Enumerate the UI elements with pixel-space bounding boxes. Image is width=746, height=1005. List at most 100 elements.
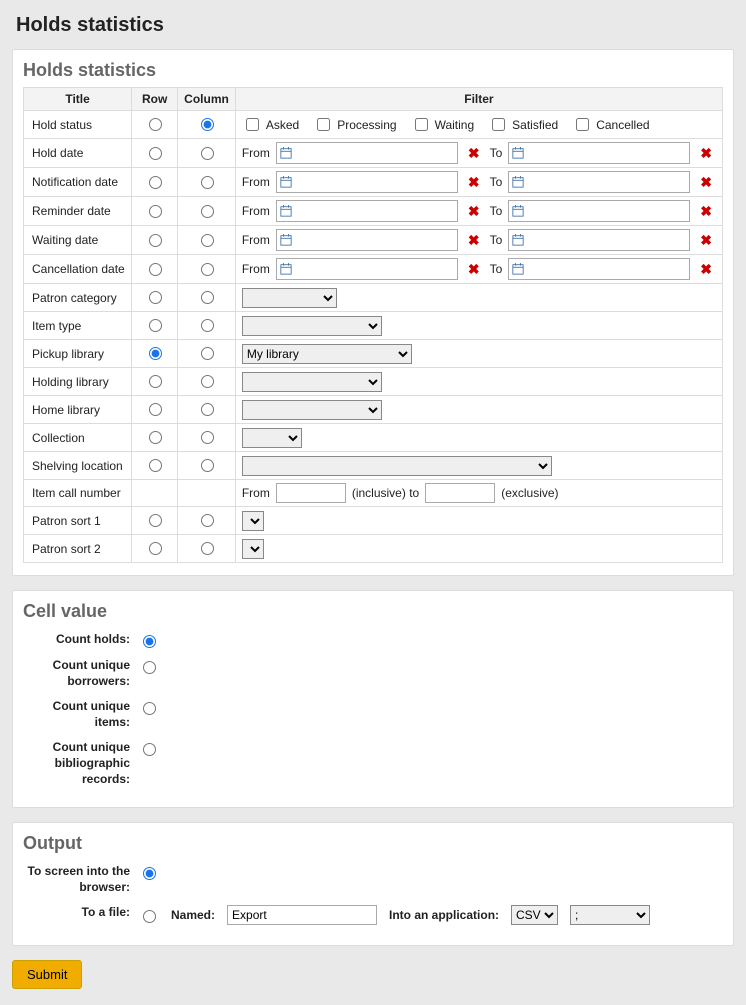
calendar-icon[interactable] — [277, 143, 295, 163]
input-from-date4[interactable] — [295, 259, 457, 279]
row-radio-patron-category[interactable] — [149, 291, 162, 304]
input-to-date4[interactable] — [527, 259, 689, 279]
col-radio-date3[interactable] — [201, 234, 214, 247]
input-from-date3[interactable] — [295, 230, 457, 250]
input-to-date1[interactable] — [527, 172, 689, 192]
clear-from-date1[interactable]: ✖ — [464, 174, 484, 191]
checkbox-cancelled[interactable] — [576, 118, 589, 131]
col-radio-hold-status[interactable] — [201, 118, 214, 131]
calendar-icon[interactable] — [277, 259, 295, 279]
checkbox-processing[interactable] — [317, 118, 330, 131]
clear-from-date0[interactable]: ✖ — [464, 145, 484, 162]
calendar-icon[interactable] — [509, 259, 527, 279]
col-radio-home-library[interactable] — [201, 403, 214, 416]
row-radio-hold-status[interactable] — [149, 118, 162, 131]
row-radio-holding-library[interactable] — [149, 375, 162, 388]
radio-output-file[interactable] — [143, 910, 156, 923]
label-from-date4: From — [242, 262, 270, 276]
radio-unique-biblios[interactable] — [143, 743, 156, 756]
select-collection[interactable] — [242, 428, 302, 448]
calendar-icon[interactable] — [277, 201, 295, 221]
clear-to-date4[interactable]: ✖ — [696, 261, 716, 278]
col-radio-pickup-library[interactable] — [201, 347, 214, 360]
checkbox-label-waiting[interactable]: Waiting — [411, 115, 475, 134]
row-label-holding-library: Holding library — [24, 368, 132, 396]
select-separator[interactable]: ; — [570, 905, 650, 925]
th-filter: Filter — [235, 88, 722, 111]
calendar-icon[interactable] — [509, 230, 527, 250]
input-from-date0[interactable] — [295, 143, 457, 163]
row-radio-patron-sort-1[interactable] — [149, 514, 162, 527]
clear-to-date2[interactable]: ✖ — [696, 203, 716, 220]
input-call-to[interactable] — [425, 483, 495, 503]
col-radio-date1[interactable] — [201, 176, 214, 189]
clear-from-date2[interactable]: ✖ — [464, 203, 484, 220]
checkbox-asked[interactable] — [246, 118, 259, 131]
row-radio-date2[interactable] — [149, 205, 162, 218]
th-column: Column — [178, 88, 236, 111]
col-radio-patron-sort-2[interactable] — [201, 542, 214, 555]
radio-output-screen[interactable] — [143, 867, 156, 880]
col-radio-holding-library[interactable] — [201, 375, 214, 388]
select-item-type[interactable] — [242, 316, 382, 336]
clear-from-date3[interactable]: ✖ — [464, 232, 484, 249]
select-patron-sort-2[interactable] — [242, 539, 264, 559]
calendar-icon[interactable] — [277, 172, 295, 192]
row-label-item-type: Item type — [24, 312, 132, 340]
clear-from-date4[interactable]: ✖ — [464, 261, 484, 278]
select-patron-category[interactable] — [242, 288, 337, 308]
row-radio-date4[interactable] — [149, 263, 162, 276]
row-radio-date3[interactable] — [149, 234, 162, 247]
col-radio-date0[interactable] — [201, 147, 214, 160]
checkbox-label-asked[interactable]: Asked — [242, 115, 299, 134]
col-radio-patron-sort-1[interactable] — [201, 514, 214, 527]
label-from-date2: From — [242, 204, 270, 218]
calendar-icon[interactable] — [509, 172, 527, 192]
col-radio-date2[interactable] — [201, 205, 214, 218]
row-radio-date1[interactable] — [149, 176, 162, 189]
checkbox-waiting[interactable] — [415, 118, 428, 131]
radio-count-holds[interactable] — [143, 635, 156, 648]
checkbox-label-satisfied[interactable]: Satisfied — [488, 115, 558, 134]
checkbox-label-processing[interactable]: Processing — [313, 115, 396, 134]
col-radio-shelving-location[interactable] — [201, 459, 214, 472]
calendar-icon[interactable] — [509, 143, 527, 163]
input-to-date0[interactable] — [527, 143, 689, 163]
calendar-icon[interactable] — [509, 201, 527, 221]
select-pickup-library[interactable]: My library — [242, 344, 412, 364]
radio-unique-items[interactable] — [143, 702, 156, 715]
clear-to-date3[interactable]: ✖ — [696, 232, 716, 249]
checkbox-text-processing: Processing — [337, 118, 396, 132]
calendar-icon[interactable] — [277, 230, 295, 250]
submit-button[interactable]: Submit — [12, 960, 82, 989]
input-to-date2[interactable] — [527, 201, 689, 221]
select-holding-library[interactable] — [242, 372, 382, 392]
col-radio-patron-category[interactable] — [201, 291, 214, 304]
col-radio-date4[interactable] — [201, 263, 214, 276]
label-from-date0: From — [242, 146, 270, 160]
row-radio-item-type[interactable] — [149, 319, 162, 332]
radio-unique-borrowers[interactable] — [143, 661, 156, 674]
row-radio-home-library[interactable] — [149, 403, 162, 416]
checkbox-label-cancelled[interactable]: Cancelled — [572, 115, 649, 134]
input-to-date3[interactable] — [527, 230, 689, 250]
col-radio-item-type[interactable] — [201, 319, 214, 332]
row-radio-collection[interactable] — [149, 431, 162, 444]
row-radio-patron-sort-2[interactable] — [149, 542, 162, 555]
label-to-date2: To — [490, 204, 503, 218]
clear-to-date1[interactable]: ✖ — [696, 174, 716, 191]
input-from-date1[interactable] — [295, 172, 457, 192]
select-patron-sort-1[interactable] — [242, 511, 264, 531]
checkbox-satisfied[interactable] — [492, 118, 505, 131]
input-from-date2[interactable] — [295, 201, 457, 221]
select-app[interactable]: CSV — [511, 905, 558, 925]
row-radio-shelving-location[interactable] — [149, 459, 162, 472]
clear-to-date0[interactable]: ✖ — [696, 145, 716, 162]
col-radio-collection[interactable] — [201, 431, 214, 444]
row-radio-pickup-library[interactable] — [149, 347, 162, 360]
input-export-name[interactable] — [227, 905, 377, 925]
input-call-from[interactable] — [276, 483, 346, 503]
select-home-library[interactable] — [242, 400, 382, 420]
row-radio-date0[interactable] — [149, 147, 162, 160]
select-shelving-location[interactable] — [242, 456, 552, 476]
